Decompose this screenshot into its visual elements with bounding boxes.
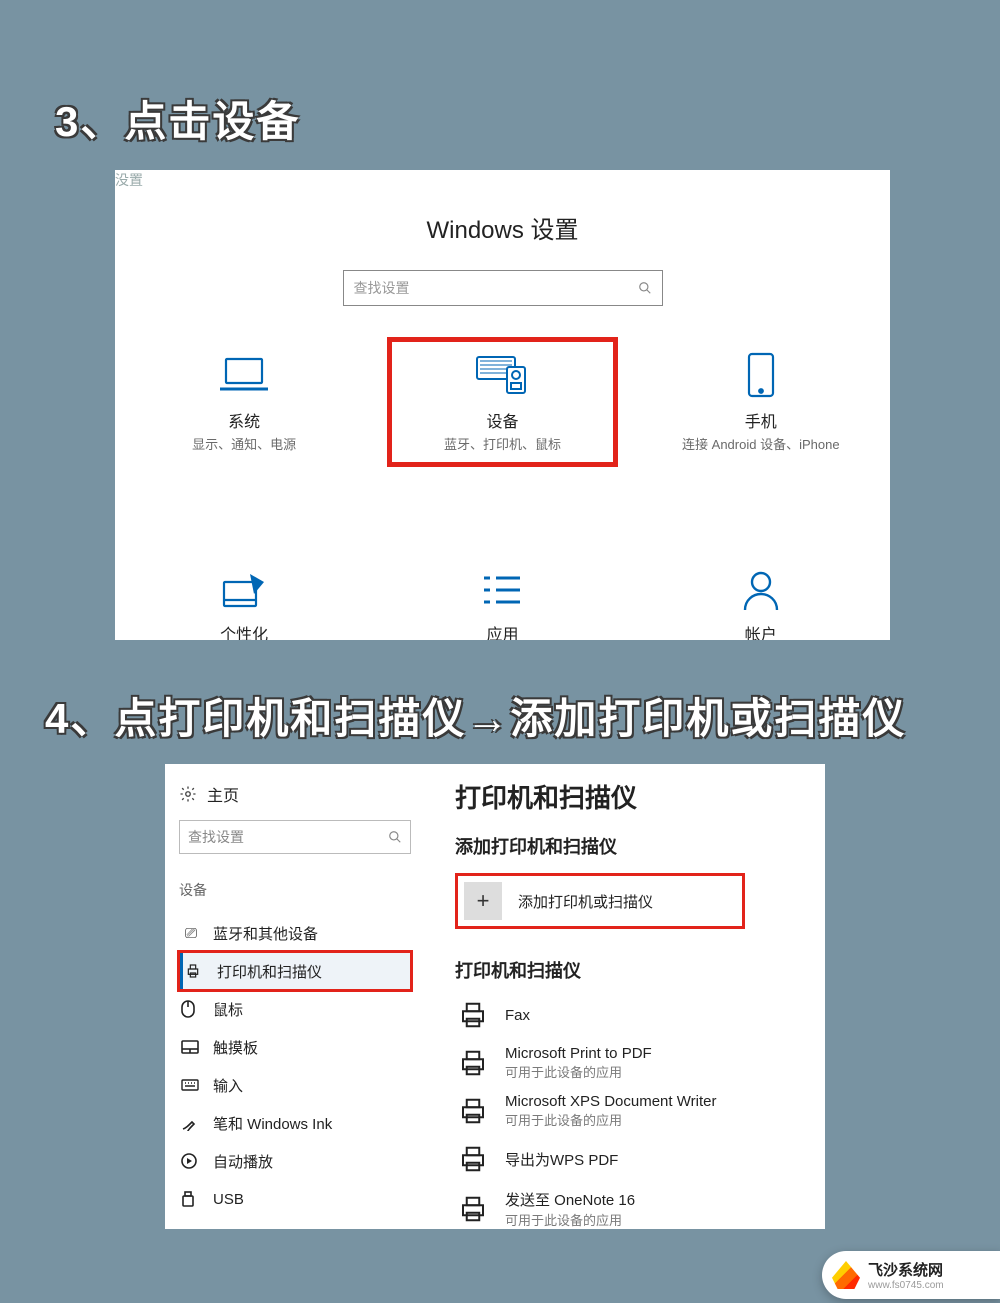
printers-settings-panel: 主页 查找设置 设备 ⎚ 蓝牙和其他设备 打印机和扫描仪 鼠标 bbox=[165, 764, 825, 1229]
tile-accounts[interactable]: 帐户 bbox=[648, 555, 873, 640]
printer-sub: 可用于此设备的应用 bbox=[505, 1210, 635, 1229]
printer-icon bbox=[455, 1191, 491, 1227]
nav-label: 打印机和扫描仪 bbox=[217, 961, 322, 982]
paintbrush-icon bbox=[132, 565, 357, 615]
step-4-heading: 4、点打印机和扫描仪→添加打印机或扫描仪 bbox=[45, 685, 906, 746]
printer-item-fax[interactable]: Fax bbox=[455, 997, 805, 1033]
tile-title: 设备 bbox=[390, 408, 615, 432]
printer-item-ms-pdf[interactable]: Microsoft Print to PDF 可用于此设备的应用 bbox=[455, 1045, 805, 1081]
touchpad-icon bbox=[181, 1040, 201, 1054]
keyboard-icon bbox=[181, 1079, 201, 1091]
nav-autoplay[interactable]: 自动播放 bbox=[179, 1142, 411, 1180]
printer-item-wps[interactable]: 导出为WPS PDF bbox=[455, 1141, 805, 1177]
search-icon bbox=[638, 281, 652, 295]
nav-label: 鼠标 bbox=[213, 999, 243, 1020]
tile-personalization[interactable]: 个性化 bbox=[132, 555, 357, 640]
nav-label: 蓝牙和其他设备 bbox=[213, 923, 318, 944]
tile-devices[interactable]: 设备 蓝牙、打印机、鼠标 bbox=[390, 340, 615, 464]
page-title: 打印机和扫描仪 bbox=[455, 778, 805, 815]
printer-icon bbox=[455, 997, 491, 1033]
bluetooth-icon: ⎚ bbox=[181, 925, 201, 942]
tile-subtitle: 显示、通知、电源 bbox=[132, 436, 357, 454]
settings-tiles-row-2: 个性化 应用 帐户 bbox=[115, 555, 890, 640]
gear-icon bbox=[179, 785, 197, 803]
phone-icon bbox=[648, 350, 873, 400]
tile-title: 帐户 bbox=[648, 621, 873, 640]
windows-settings-title: Windows 设置 bbox=[115, 210, 890, 245]
watermark-badge: 飞沙系统网 www.fs0745.com bbox=[822, 1251, 1000, 1299]
printer-name: Microsoft XPS Document Writer bbox=[505, 1093, 716, 1110]
printer-sub: 可用于此设备的应用 bbox=[505, 1062, 652, 1081]
nav-label: 触摸板 bbox=[213, 1037, 258, 1058]
printer-icon bbox=[455, 1045, 491, 1081]
add-printer-button[interactable]: + 添加打印机或扫描仪 bbox=[455, 873, 745, 929]
tile-title: 系统 bbox=[132, 408, 357, 432]
list-icon bbox=[390, 565, 615, 615]
add-printer-label: 添加打印机或扫描仪 bbox=[518, 891, 653, 912]
nav-bluetooth[interactable]: ⎚ 蓝牙和其他设备 bbox=[179, 914, 411, 952]
printer-sub: 可用于此设备的应用 bbox=[505, 1110, 716, 1129]
watermark-url: www.fs0745.com bbox=[868, 1280, 944, 1291]
flame-icon bbox=[832, 1261, 860, 1289]
usb-icon bbox=[181, 1191, 201, 1207]
tile-subtitle: 蓝牙、打印机、鼠标 bbox=[390, 436, 615, 454]
windows-settings-panel: 没置 Windows 设置 查找设置 系统 显示、通知、电源 bbox=[115, 170, 890, 640]
autoplay-icon bbox=[181, 1153, 201, 1169]
settings-search-box[interactable]: 查找设置 bbox=[343, 270, 663, 306]
mouse-icon bbox=[181, 1000, 201, 1018]
tile-title: 手机 bbox=[648, 408, 873, 432]
nav-mouse[interactable]: 鼠标 bbox=[179, 990, 411, 1028]
nav-usb[interactable]: USB bbox=[179, 1180, 411, 1218]
printer-list: Fax Microsoft Print to PDF 可用于此设备的应用 Mic… bbox=[455, 997, 805, 1229]
printer-name: 导出为WPS PDF bbox=[505, 1149, 618, 1170]
printer-name: Fax bbox=[505, 1007, 530, 1024]
nav-label: 输入 bbox=[213, 1075, 243, 1096]
tile-title: 应用 bbox=[390, 621, 615, 640]
person-icon bbox=[648, 565, 873, 615]
nav-touchpad[interactable]: 触摸板 bbox=[179, 1028, 411, 1066]
tile-system[interactable]: 系统 显示、通知、电源 bbox=[132, 340, 357, 464]
nav-label: 笔和 Windows Ink bbox=[213, 1113, 332, 1134]
printer-name: Microsoft Print to PDF bbox=[505, 1045, 652, 1062]
watermark-title: 飞沙系统网 bbox=[868, 1259, 944, 1280]
printer-icon bbox=[185, 963, 205, 979]
tile-title: 个性化 bbox=[132, 621, 357, 640]
nav-label: USB bbox=[213, 1191, 244, 1208]
tile-phone[interactable]: 手机 连接 Android 设备、iPhone bbox=[648, 340, 873, 464]
sidebar-search[interactable]: 查找设置 bbox=[179, 820, 411, 854]
settings-content: 打印机和扫描仪 添加打印机和扫描仪 + 添加打印机或扫描仪 打印机和扫描仪 Fa… bbox=[455, 764, 825, 1229]
settings-search-placeholder: 查找设置 bbox=[354, 278, 410, 298]
nav-pen[interactable]: 笔和 Windows Ink bbox=[179, 1104, 411, 1142]
sidebar-category: 设备 bbox=[179, 880, 411, 900]
laptop-icon bbox=[132, 350, 357, 400]
search-icon bbox=[388, 830, 402, 844]
tile-subtitle: 连接 Android 设备、iPhone bbox=[648, 436, 873, 454]
printer-icon bbox=[455, 1093, 491, 1129]
printer-item-xps[interactable]: Microsoft XPS Document Writer 可用于此设备的应用 bbox=[455, 1093, 805, 1129]
home-link[interactable]: 主页 bbox=[179, 782, 411, 806]
pen-icon bbox=[181, 1115, 201, 1131]
corner-tag: 没置 bbox=[115, 170, 143, 190]
section-list-title: 打印机和扫描仪 bbox=[455, 957, 805, 983]
devices-icon bbox=[390, 350, 615, 400]
settings-sidebar: 主页 查找设置 设备 ⎚ 蓝牙和其他设备 打印机和扫描仪 鼠标 bbox=[165, 764, 425, 1218]
nav-printers[interactable]: 打印机和扫描仪 bbox=[179, 952, 411, 990]
step-3-heading: 3、点击设备 bbox=[55, 88, 300, 149]
sidebar-search-placeholder: 查找设置 bbox=[188, 827, 244, 847]
tile-apps[interactable]: 应用 bbox=[390, 555, 615, 640]
nav-label: 自动播放 bbox=[213, 1151, 273, 1172]
printer-name: 发送至 OneNote 16 bbox=[505, 1189, 635, 1210]
settings-tiles-row-1: 系统 显示、通知、电源 设备 蓝牙、打印机、鼠标 手机 bbox=[115, 340, 890, 464]
printer-icon bbox=[455, 1141, 491, 1177]
printer-item-onenote[interactable]: 发送至 OneNote 16 可用于此设备的应用 bbox=[455, 1189, 805, 1229]
plus-icon: + bbox=[464, 882, 502, 920]
section-add-title: 添加打印机和扫描仪 bbox=[455, 833, 805, 859]
home-label: 主页 bbox=[207, 782, 239, 806]
nav-typing[interactable]: 输入 bbox=[179, 1066, 411, 1104]
